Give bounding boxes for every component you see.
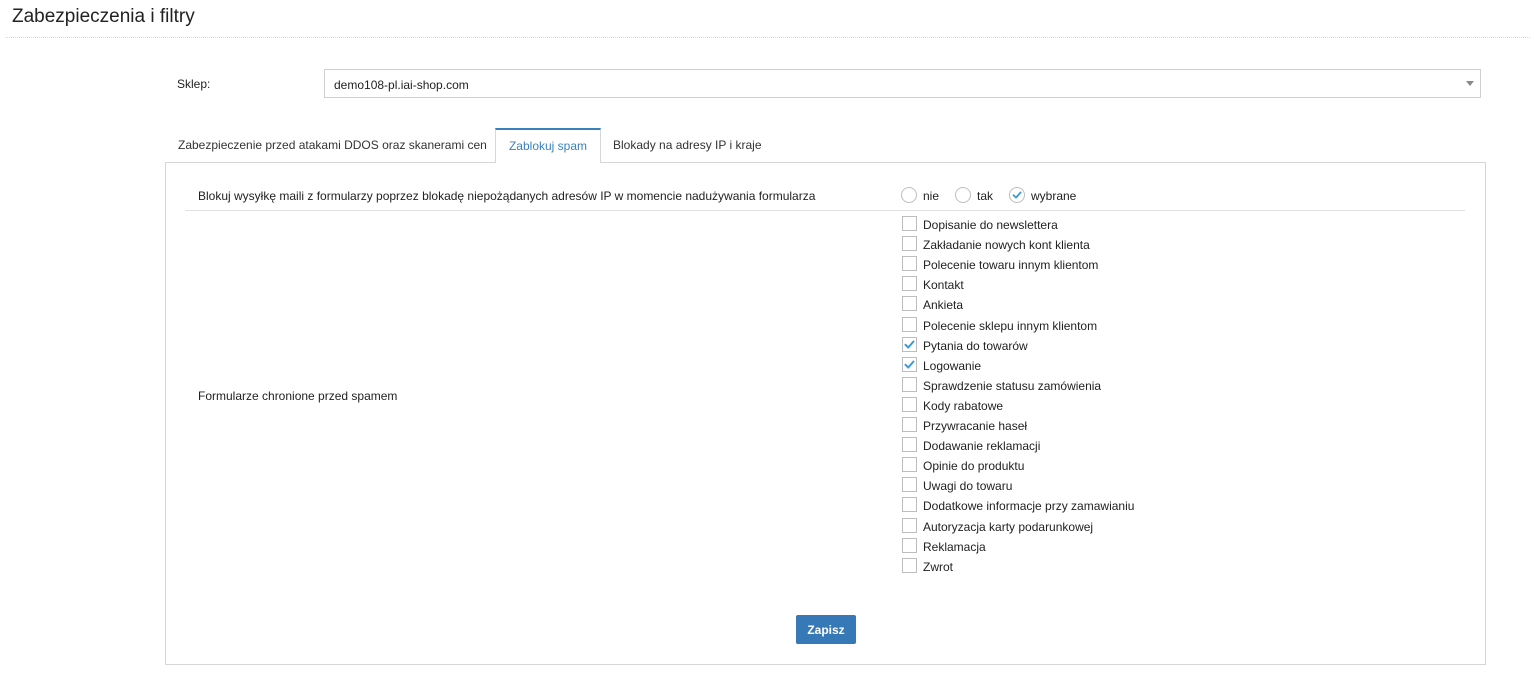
checkbox-label[interactable]: Ankieta [923,298,963,312]
title-divider [5,37,1530,38]
checkbox-label[interactable]: Kody rabatowe [923,399,1003,413]
checkbox[interactable] [902,317,917,332]
checkbox[interactable] [902,497,917,512]
checkbox[interactable] [902,377,917,392]
checkbox-label[interactable]: Opinie do produktu [923,459,1024,473]
checkbox-label[interactable]: Dodatkowe informacje przy zamawianiu [923,499,1134,513]
radio-wybrane-label[interactable]: wybrane [1031,189,1076,203]
chevron-down-icon [1466,81,1474,86]
row-divider [185,210,1465,211]
checkbox-label[interactable]: Uwagi do towaru [923,479,1012,493]
tab-ddos[interactable]: Zabezpieczenie przed atakami DDOS oraz s… [178,128,487,162]
checkbox[interactable] [902,538,917,553]
check-icon [1012,191,1022,199]
check-icon [904,340,915,349]
checkbox-label[interactable]: Polecenie sklepu innym klientom [923,319,1097,333]
checkbox[interactable] [902,276,917,291]
checkbox[interactable] [902,457,917,472]
tab-panel [165,162,1486,665]
shop-label: Sklep: [177,77,211,91]
checkbox-label[interactable]: Zwrot [923,560,953,574]
checkbox[interactable] [902,357,917,372]
shop-select-value: demo108-pl.iai-shop.com [334,78,469,92]
checkbox-label[interactable]: Sprawdzenie statusu zamówienia [923,379,1101,393]
page-title: Zabezpieczenia i filtry [12,6,195,27]
protected-forms-label: Formularze chronione przed spamem [198,389,398,403]
checkbox-label[interactable]: Reklamacja [923,540,986,554]
checkbox-label[interactable]: Polecenie towaru innym klientom [923,258,1098,272]
checkbox-label[interactable]: Dopisanie do newslettera [923,218,1058,232]
checkbox[interactable] [902,236,917,251]
checkbox[interactable] [902,216,917,231]
radio-tak[interactable] [955,187,971,203]
radio-wybrane[interactable] [1009,187,1025,203]
radio-nie[interactable] [901,187,917,203]
checkbox[interactable] [902,337,917,352]
checkbox[interactable] [902,417,917,432]
tab-block-spam[interactable]: Zablokuj spam [495,128,601,163]
checkbox[interactable] [902,437,917,452]
checkbox[interactable] [902,558,917,573]
checkbox[interactable] [902,256,917,271]
block-setting-label: Blokuj wysyłkę maili z formularzy poprze… [198,189,816,203]
check-icon [904,360,915,369]
checkbox-label[interactable]: Kontakt [923,278,964,292]
checkbox-label[interactable]: Logowanie [923,359,981,373]
radio-nie-label[interactable]: nie [923,189,939,203]
checkbox-label[interactable]: Dodawanie reklamacji [923,439,1040,453]
checkbox[interactable] [902,477,917,492]
checkbox[interactable] [902,296,917,311]
checkbox-label[interactable]: Zakładanie nowych kont klienta [923,238,1090,252]
checkbox-label[interactable]: Przywracanie haseł [923,419,1027,433]
save-button[interactable]: Zapisz [796,615,856,644]
checkbox-label[interactable]: Pytania do towarów [923,339,1028,353]
checkbox[interactable] [902,397,917,412]
shop-select[interactable]: demo108-pl.iai-shop.com [324,69,1481,98]
radio-tak-label[interactable]: tak [977,189,993,203]
checkbox-label[interactable]: Autoryzacja karty podarunkowej [923,520,1093,534]
checkbox[interactable] [902,518,917,533]
tab-ip-blocks[interactable]: Blokady na adresy IP i kraje [613,128,762,162]
